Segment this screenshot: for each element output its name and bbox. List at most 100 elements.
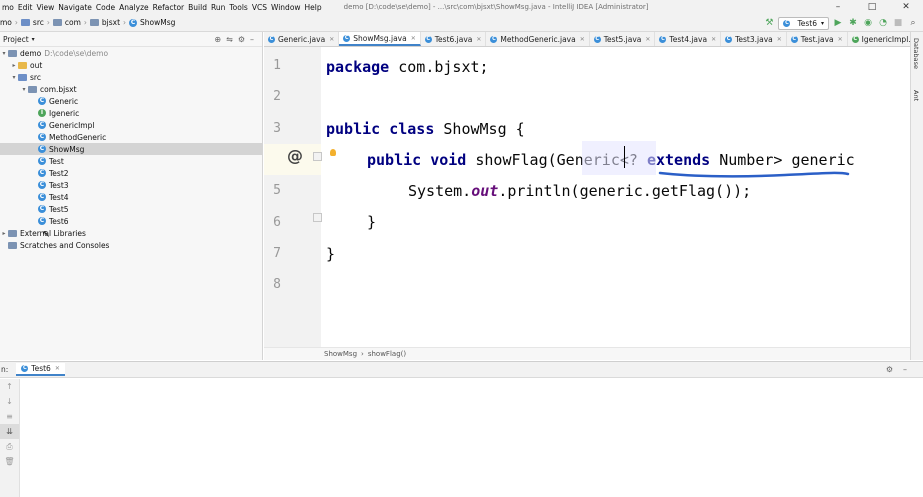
- minus-icon[interactable]: –: [903, 365, 907, 374]
- tree-item[interactable]: I Igeneric: [0, 107, 262, 119]
- editor-tab[interactable]: C MethodGeneric.java ✕: [486, 32, 590, 46]
- locate-icon[interactable]: ⊕: [214, 35, 221, 44]
- database-tool-tab[interactable]: Database: [912, 38, 920, 69]
- menu-tools[interactable]: Tools: [227, 3, 249, 12]
- close-icon[interactable]: ✕: [580, 36, 585, 43]
- print-icon[interactable]: ⎙: [0, 439, 19, 454]
- menu-vcs[interactable]: VCS: [250, 3, 269, 12]
- soft-wrap-icon[interactable]: ≡: [0, 409, 19, 424]
- tree-item[interactable]: ▸ out: [0, 59, 262, 71]
- class-icon: C: [38, 157, 46, 165]
- close-icon[interactable]: ✕: [838, 36, 843, 43]
- arrow-up-icon[interactable]: ↑: [0, 379, 19, 394]
- tree-item[interactable]: C Test2: [0, 167, 262, 179]
- chevron-down-icon[interactable]: ▾: [10, 74, 18, 81]
- menu-navigate[interactable]: Navigate: [56, 3, 94, 12]
- menu-build[interactable]: Build: [186, 3, 209, 12]
- tree-item[interactable]: C Generic: [0, 95, 262, 107]
- menu-run[interactable]: Run: [209, 3, 227, 12]
- fold-marker[interactable]: [313, 152, 322, 161]
- close-icon[interactable]: ✕: [645, 36, 650, 43]
- editor-tab[interactable]: C Test4.java ✕: [655, 32, 722, 46]
- menu-help[interactable]: Help: [303, 3, 324, 12]
- close-icon[interactable]: ✕: [476, 36, 481, 43]
- chevron-right-icon[interactable]: ▸: [10, 62, 18, 69]
- close-icon[interactable]: ✕: [329, 36, 334, 43]
- fold-marker[interactable]: [313, 213, 322, 222]
- tree-item-label: Test5: [49, 204, 69, 214]
- class-icon: C: [38, 169, 46, 177]
- editor-tab[interactable]: C Generic.java ✕: [264, 32, 340, 46]
- menu-code[interactable]: Code: [94, 3, 117, 12]
- class-icon: C: [659, 35, 667, 43]
- run-tab-test6[interactable]: C Test6 ✕: [16, 363, 65, 376]
- code-crumb-class[interactable]: ShowMsg: [324, 350, 357, 358]
- tree-item[interactable]: ▾ demo D:\code\se\demo: [0, 47, 262, 59]
- close-icon[interactable]: ✕: [55, 365, 60, 372]
- gear-icon[interactable]: ⚙: [886, 365, 893, 374]
- tree-item[interactable]: C Test5: [0, 203, 262, 215]
- tree-item[interactable]: C GenericImpl: [0, 119, 262, 131]
- editor-tab[interactable]: C Test6.java ✕: [421, 32, 487, 46]
- tree-item[interactable]: C Test3: [0, 179, 262, 191]
- tree-item[interactable]: C Test: [0, 155, 262, 167]
- run-icon[interactable]: ▶: [832, 17, 844, 29]
- crumb-project[interactable]: mo ›: [0, 18, 21, 27]
- minimize-button[interactable]: –: [821, 0, 855, 14]
- close-icon[interactable]: ✕: [711, 36, 716, 43]
- lightbulb-icon[interactable]: [330, 149, 336, 156]
- tree-item[interactable]: C Test4: [0, 191, 262, 203]
- crumb-com[interactable]: com ›: [52, 18, 90, 27]
- stop-icon[interactable]: ■: [892, 17, 904, 29]
- menu-edit[interactable]: Edit: [16, 3, 35, 12]
- editor-tab[interactable]: C Test3.java ✕: [721, 32, 787, 46]
- search-icon[interactable]: ⌕: [907, 17, 919, 29]
- maximize-button[interactable]: □: [855, 0, 889, 14]
- editor-tab[interactable]: C Test.java ✕: [787, 32, 848, 46]
- code-editor[interactable]: package com.bjsxt; public class ShowMsg …: [321, 47, 910, 347]
- project-view-select[interactable]: Project: [3, 35, 29, 44]
- menu-view[interactable]: View: [34, 3, 56, 12]
- hammer-icon[interactable]: ⚒: [763, 17, 775, 29]
- crumb-bjsxt[interactable]: bjsxt ›: [89, 18, 129, 27]
- tree-item[interactable]: ▾ com.bjsxt: [0, 83, 262, 95]
- override-annotation-icon[interactable]: @: [287, 146, 303, 165]
- tree-item[interactable]: C ShowMsg: [0, 143, 262, 155]
- arrow-down-icon[interactable]: ↓: [0, 394, 19, 409]
- chevron-right-icon[interactable]: ▸: [0, 230, 8, 237]
- editor-tab[interactable]: C ShowMsg.java ✕: [339, 32, 421, 46]
- tree-item[interactable]: ▾ src: [0, 71, 262, 83]
- close-button[interactable]: ✕: [889, 0, 923, 14]
- gear-icon[interactable]: ⚙: [238, 35, 245, 44]
- scratch-icon: [8, 241, 17, 249]
- ant-tool-tab[interactable]: Ant: [912, 90, 920, 101]
- trash-icon[interactable]: 🗑: [0, 454, 19, 469]
- coverage-icon[interactable]: ◉: [862, 17, 874, 29]
- crumb-showmsg[interactable]: C ShowMsg: [129, 18, 178, 27]
- menu-project[interactable]: mo: [0, 3, 16, 12]
- close-icon[interactable]: ✕: [777, 36, 782, 43]
- collapse-icon[interactable]: ⇋: [226, 35, 233, 44]
- debug-icon[interactable]: ✱: [847, 17, 859, 29]
- code-crumb-method[interactable]: showFlag(): [368, 350, 406, 358]
- chevron-down-icon[interactable]: ▾: [32, 36, 35, 43]
- run-config-select[interactable]: C Test6 ▾: [778, 16, 829, 30]
- tree-item[interactable]: C MethodGeneric: [0, 131, 262, 143]
- chevron-down-icon[interactable]: ▾: [0, 50, 8, 57]
- tree-item[interactable]: ▸ External Libraries: [0, 227, 262, 239]
- scroll-to-end-icon[interactable]: ⇊: [0, 424, 19, 439]
- editor-tab[interactable]: CIgenericImpl.java✕: [848, 32, 910, 46]
- profile-icon[interactable]: ◔: [877, 17, 889, 29]
- tree-item[interactable]: Scratches and Consoles: [0, 239, 262, 251]
- code-line-3: public class ShowMsg {: [326, 120, 525, 138]
- class-icon: C: [783, 19, 791, 27]
- menu-window[interactable]: Window: [269, 3, 303, 12]
- minus-icon[interactable]: –: [250, 35, 254, 44]
- crumb-src[interactable]: src ›: [20, 18, 53, 27]
- close-icon[interactable]: ✕: [411, 35, 416, 42]
- menu-refactor[interactable]: Refactor: [151, 3, 186, 12]
- menu-analyze[interactable]: Analyze: [117, 3, 151, 12]
- tree-item[interactable]: C Test6: [0, 215, 262, 227]
- editor-tab[interactable]: C Test5.java ✕: [590, 32, 656, 46]
- chevron-down-icon[interactable]: ▾: [20, 86, 28, 93]
